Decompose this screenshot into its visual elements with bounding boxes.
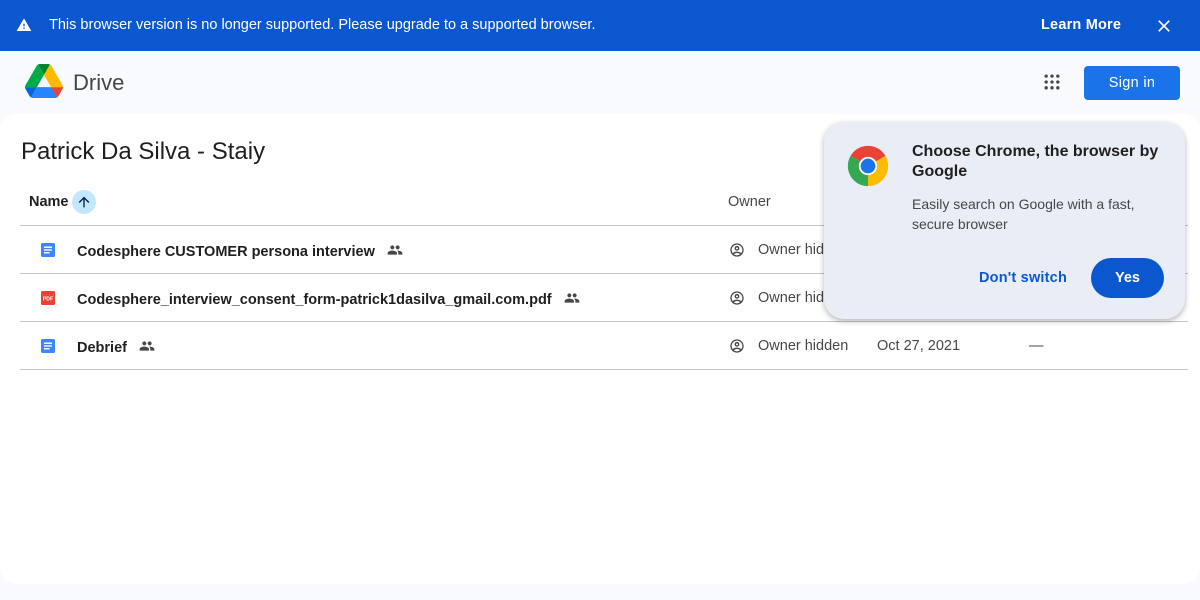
account-circle-icon [730, 291, 744, 305]
table-row[interactable]: Debrief Owner hidden Oct 27, 2021 — [20, 322, 1188, 370]
file-name: Codesphere_interview_consent_form-patric… [77, 292, 552, 308]
promo-description: Easily search on Google with a fast, sec… [912, 196, 1135, 232]
file-name: Codesphere CUSTOMER persona interview [77, 244, 375, 260]
google-doc-icon [41, 339, 55, 353]
sort-direction-button[interactable] [72, 190, 96, 214]
product-name: Drive [73, 70, 125, 95]
owner-column-header[interactable]: Owner [728, 194, 771, 210]
shared-people-icon [387, 245, 403, 255]
folder-title: Patrick Da Silva - Staiy [21, 138, 266, 165]
shared-people-icon [564, 293, 580, 303]
sign-in-button[interactable]: Sign in [1084, 66, 1180, 100]
account-circle-icon [730, 243, 744, 257]
arrow-up-icon [78, 196, 90, 208]
yes-button[interactable]: Yes [1091, 258, 1164, 298]
banner-message: This browser version is no longer suppor… [49, 17, 596, 33]
shared-people-icon [139, 341, 155, 351]
promo-title: Choose Chrome, the browser by Google [912, 143, 1159, 180]
account-circle-icon [730, 339, 744, 353]
file-name: Debrief [77, 340, 127, 356]
warning-icon [16, 18, 32, 31]
drive-logo-icon[interactable] [25, 64, 63, 98]
unsupported-browser-banner: This browser version is no longer suppor… [0, 0, 1200, 51]
owner-cell: Owner hidden [758, 338, 849, 354]
svg-text:PDF: PDF [43, 297, 53, 303]
chrome-logo-icon [847, 145, 889, 187]
app-header: Drive Sign in [0, 51, 1200, 114]
google-doc-icon [41, 243, 55, 257]
close-icon[interactable] [1154, 16, 1174, 36]
learn-more-link[interactable]: Learn More [1041, 17, 1121, 33]
file-size-cell: — [1029, 338, 1044, 354]
dont-switch-button[interactable]: Don't switch [976, 258, 1070, 298]
chrome-promo-dialog: Choose Chrome, the browser by Google Eas… [824, 122, 1185, 319]
modified-date-cell: Oct 27, 2021 [877, 338, 961, 354]
name-column-header[interactable]: Name [29, 194, 69, 210]
apps-grid-icon[interactable] [1042, 72, 1062, 92]
pdf-file-icon: PDF [41, 291, 55, 305]
